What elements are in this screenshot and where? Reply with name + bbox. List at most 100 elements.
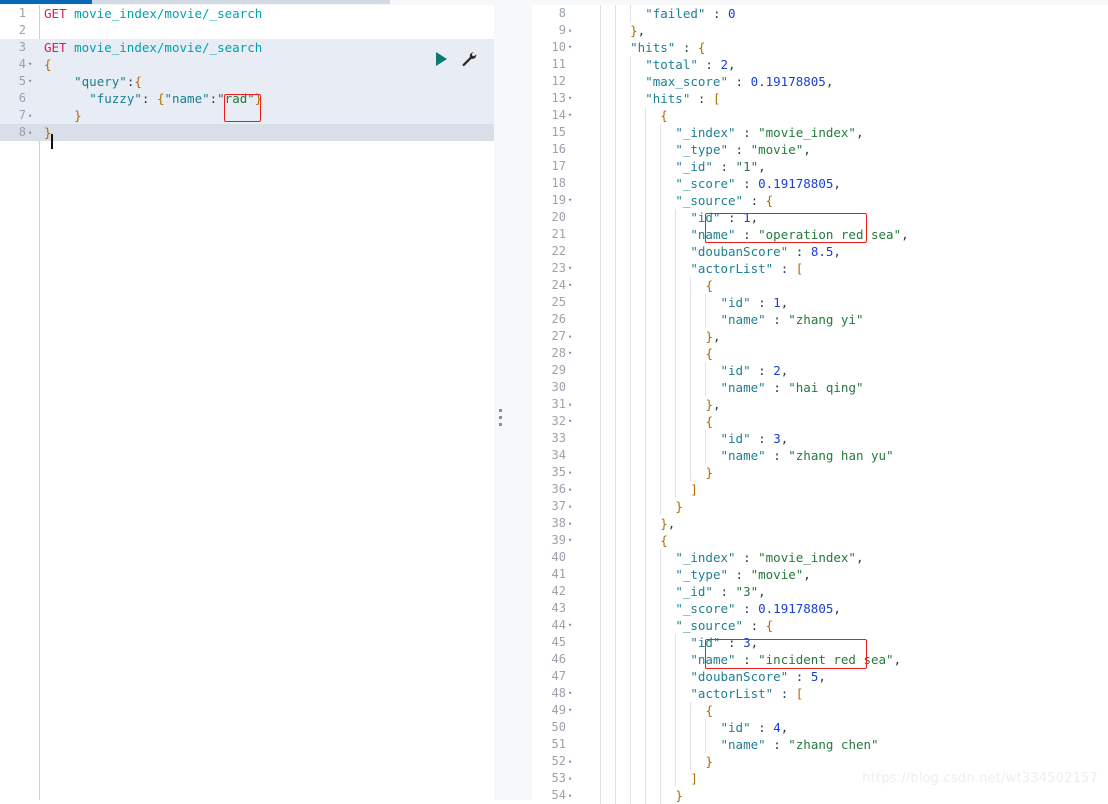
response-line: 30 "name" : "hai qing": [532, 379, 1108, 396]
fold-up-icon[interactable]: ▴: [568, 515, 577, 532]
fold-up-icon[interactable]: ▴: [568, 464, 577, 481]
response-line: 18 "_score" : 0.19178805,: [532, 175, 1108, 192]
line-number: 49: [532, 702, 566, 719]
response-line: 49▾ {: [532, 702, 1108, 719]
line-number: 28: [532, 345, 566, 362]
fold-up-icon[interactable]: ▴: [568, 787, 577, 804]
fold-down-icon[interactable]: ▾: [568, 345, 577, 362]
request-line[interactable]: 2: [0, 22, 494, 39]
line-number: 13: [532, 90, 566, 107]
code-text: "_id" : "3",: [600, 583, 766, 600]
response-line: 15 "_index" : "movie_index",: [532, 124, 1108, 141]
fold-down-icon[interactable]: ▾: [568, 413, 577, 430]
fold-up-icon[interactable]: ▴: [568, 753, 577, 770]
response-line: 21 "name" : "operation red sea",: [532, 226, 1108, 243]
fold-up-icon[interactable]: ▴: [568, 22, 577, 39]
fold-up-icon[interactable]: ▴: [28, 124, 36, 141]
code-text: },: [600, 396, 721, 413]
line-number: 10: [532, 39, 566, 56]
response-pane[interactable]: 8 "failed" : 09▴ },10▾ "hits" : {11 "tot…: [532, 5, 1108, 800]
response-line: 44▾ "_source" : {: [532, 617, 1108, 634]
response-line: 43 "_score" : 0.19178805,: [532, 600, 1108, 617]
line-number: 15: [532, 124, 566, 141]
line-number: 3: [0, 39, 26, 56]
request-line[interactable]: 6 "fuzzy": {"name":"rad"}: [0, 90, 494, 107]
response-line: 31▴ },: [532, 396, 1108, 413]
fold-down-icon[interactable]: ▾: [568, 532, 577, 549]
line-number: 7: [0, 107, 26, 124]
fold-down-icon[interactable]: ▾: [568, 39, 577, 56]
fold-down-icon[interactable]: ▾: [568, 260, 577, 277]
response-line: 40 "_index" : "movie_index",: [532, 549, 1108, 566]
fold-down-icon[interactable]: ▾: [568, 685, 577, 702]
response-line: 38▴ },: [532, 515, 1108, 532]
active-tab-indicator[interactable]: [0, 0, 92, 4]
fold-up-icon[interactable]: ▴: [568, 396, 577, 413]
code-text: "id" : 3,: [600, 430, 788, 447]
code-text: "_type" : "movie",: [600, 141, 811, 158]
fold-up-icon[interactable]: ▴: [28, 107, 36, 124]
fold-down-icon[interactable]: ▾: [28, 73, 36, 90]
fold-down-icon[interactable]: ▾: [568, 702, 577, 719]
line-number: 17: [532, 158, 566, 175]
request-line[interactable]: 3 GET movie_index/movie/_search: [0, 39, 494, 56]
response-line: 39▾ {: [532, 532, 1108, 549]
fold-down-icon[interactable]: ▾: [568, 277, 577, 294]
fold-up-icon[interactable]: ▴: [568, 328, 577, 345]
line-number: 11: [532, 56, 566, 73]
request-line[interactable]: 5▾ "query":{: [0, 73, 494, 90]
line-number: 16: [532, 141, 566, 158]
request-line-list[interactable]: 1GET movie_index/movie/_search2 3 GET mov…: [0, 5, 494, 141]
code-text: "id" : 2,: [600, 362, 788, 379]
request-actions[interactable]: [432, 49, 488, 69]
code-text: GET movie_index/movie/_search: [44, 39, 262, 56]
line-number: 4: [0, 56, 26, 73]
line-number: 39: [532, 532, 566, 549]
line-number: 27: [532, 328, 566, 345]
pane-splitter[interactable]: [494, 5, 532, 800]
inactive-tab-indicator[interactable]: [92, 0, 390, 4]
response-line: 41 "_type" : "movie",: [532, 566, 1108, 583]
line-number: 30: [532, 379, 566, 396]
fold-down-icon[interactable]: ▾: [568, 617, 577, 634]
request-line[interactable]: 8▴}: [0, 124, 494, 141]
line-number: 33: [532, 430, 566, 447]
code-text: "fuzzy": {"name":"rad"}: [44, 90, 262, 107]
code-text: "total" : 2,: [600, 56, 736, 73]
fold-up-icon[interactable]: ▴: [568, 481, 577, 498]
fold-up-icon[interactable]: ▴: [568, 770, 577, 787]
response-line: 8 "failed" : 0: [532, 5, 1108, 22]
code-text: },: [600, 328, 721, 345]
request-editor[interactable]: 1GET movie_index/movie/_search2 3 GET mov…: [0, 5, 494, 800]
request-pane[interactable]: 1GET movie_index/movie/_search2 3 GET mov…: [0, 5, 494, 800]
fold-down-icon[interactable]: ▾: [568, 107, 577, 124]
code-text: "query":{: [44, 73, 142, 90]
request-line[interactable]: 1GET movie_index/movie/_search: [0, 5, 494, 22]
fold-down-icon[interactable]: ▾: [568, 90, 577, 107]
response-line: 19▾ "_source" : {: [532, 192, 1108, 209]
code-text: "name" : "zhang chen": [600, 736, 879, 753]
line-number: 23: [532, 260, 566, 277]
line-number: 53: [532, 770, 566, 787]
response-line: 46 "name" : "incident red sea",: [532, 651, 1108, 668]
fold-up-icon[interactable]: ▴: [568, 498, 577, 515]
response-editor[interactable]: 8 "failed" : 09▴ },10▾ "hits" : {11 "tot…: [532, 5, 1108, 800]
line-number: 48: [532, 685, 566, 702]
response-line: 26 "name" : "zhang yi": [532, 311, 1108, 328]
response-line: 23▾ "actorList" : [: [532, 260, 1108, 277]
splitter-grip-icon[interactable]: [499, 409, 502, 426]
code-text: "actorList" : [: [600, 685, 803, 702]
play-icon[interactable]: [436, 52, 447, 66]
line-number: 14: [532, 107, 566, 124]
wrench-icon[interactable]: [460, 50, 478, 72]
code-text: "_index" : "movie_index",: [600, 124, 864, 141]
request-line[interactable]: 4▾{: [0, 56, 494, 73]
fold-down-icon[interactable]: ▾: [568, 192, 577, 209]
line-number: 18: [532, 175, 566, 192]
fold-down-icon[interactable]: ▾: [28, 56, 36, 73]
request-line[interactable]: 7▴ }: [0, 107, 494, 124]
response-line: 22 "doubanScore" : 8.5,: [532, 243, 1108, 260]
code-text: "_id" : "1",: [600, 158, 766, 175]
code-text: "name" : "zhang han yu": [600, 447, 894, 464]
response-line: 20 "id" : 1,: [532, 209, 1108, 226]
